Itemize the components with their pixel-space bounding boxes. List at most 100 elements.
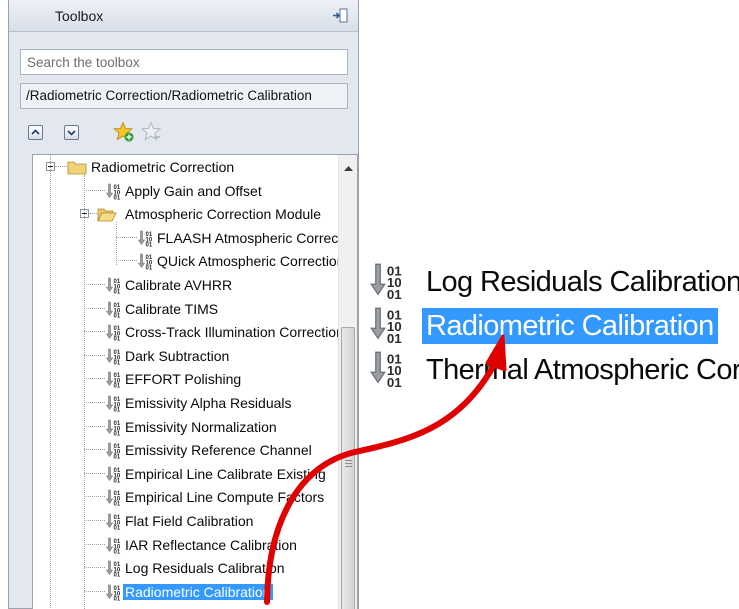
tree-guide-line bbox=[84, 425, 105, 427]
tool-binary-icon: 011001 bbox=[370, 307, 402, 344]
tree-item-label: Dark Subtraction bbox=[125, 347, 230, 364]
tree-tool-row[interactable]: 01 10 01 Cross-Track Illumination Correctio… bbox=[33, 321, 344, 343]
zoomed-tool-label: Thermal Atmospheric Correction bbox=[426, 354, 739, 386]
tree-guide-line bbox=[84, 567, 105, 569]
svg-text:01: 01 bbox=[146, 266, 153, 270]
tree-guide-line bbox=[84, 307, 105, 309]
svg-text:01: 01 bbox=[114, 455, 121, 459]
svg-text:01: 01 bbox=[114, 384, 121, 388]
tool-binary-icon: 011001 bbox=[137, 230, 153, 247]
svg-text:01: 01 bbox=[114, 549, 121, 553]
tool-binary-icon: 011001 bbox=[105, 301, 121, 318]
tree-tool-row[interactable]: 01 10 01 Calibrate AVHRR bbox=[33, 274, 333, 296]
add-favorite-star-icon[interactable] bbox=[113, 121, 135, 143]
tree-tool-row[interactable]: 01 10 01 Radiometric Calibration bbox=[33, 581, 333, 603]
svg-text:01: 01 bbox=[387, 331, 402, 344]
tree-item-label: Radiometric Correction bbox=[91, 159, 235, 175]
tool-binary-icon: 011001 bbox=[105, 442, 121, 459]
tool-binary-icon: 011001 bbox=[370, 263, 402, 300]
tree-tool-row[interactable]: 01 10 01 Empirical Line Calibrate Existing bbox=[33, 463, 333, 485]
tree-guide-line bbox=[84, 402, 105, 403]
toolbox-title: Toolbox bbox=[55, 8, 104, 24]
tool-binary-icon: 011001 bbox=[105, 324, 121, 341]
tree-item-label: Apply Gain and Offset bbox=[125, 182, 262, 199]
tree-tool-row[interactable]: 01 10 01 EFFORT Polishing bbox=[33, 368, 333, 390]
scrollbar-thumb[interactable] bbox=[341, 327, 355, 609]
svg-text:01: 01 bbox=[114, 313, 121, 317]
tree-item-label: Emissivity Reference Channel bbox=[125, 442, 312, 459]
tool-binary-icon: 011001 bbox=[105, 466, 121, 483]
tool-binary-icon: 011001 bbox=[137, 254, 153, 270]
folder-closed-icon bbox=[67, 161, 87, 175]
svg-text:01: 01 bbox=[114, 431, 121, 435]
tree-tool-row[interactable]: 01 10 01 Flat Field Calibration bbox=[33, 510, 333, 532]
tool-binary-icon: 011001 bbox=[105, 490, 121, 506]
tree-tool-row[interactable]: 01 10 01 FLAASH Atmospheric Correction bbox=[33, 227, 357, 249]
tree-folder-row[interactable]: Radiometric Correction bbox=[33, 156, 333, 178]
tree-folder-row[interactable]: Atmospheric Correction Module bbox=[33, 203, 333, 225]
tree-guide-line bbox=[50, 155, 51, 609]
zoomed-tool-label: Log Residuals Calibration bbox=[426, 266, 739, 298]
tree-guide-line bbox=[116, 222, 117, 265]
svg-text:01: 01 bbox=[146, 242, 153, 246]
svg-text:01: 01 bbox=[114, 502, 121, 506]
tree-tool-row[interactable]: 01 10 01 Empirical Line Compute Factors bbox=[33, 486, 333, 508]
toolbox-panel: Toolbox /Radiometric Correction/Radiomet… bbox=[8, 0, 359, 609]
svg-text:01: 01 bbox=[114, 360, 121, 364]
toolbox-titlebar: Toolbox bbox=[9, 0, 358, 32]
tree-item-label: Calibrate AVHRR bbox=[125, 277, 233, 293]
tree-guide-line bbox=[84, 520, 105, 521]
tool-binary-icon: 011001 bbox=[105, 584, 121, 601]
tree-guide-line bbox=[84, 174, 85, 609]
zoomed-tool-row: 01 10 01 Log Residuals Calibration bbox=[366, 262, 739, 302]
svg-text:01: 01 bbox=[114, 596, 121, 600]
tree-tool-row[interactable]: 01 10 01 Emissivity Normalization bbox=[33, 416, 333, 438]
tool-binary-icon: 011001 bbox=[105, 513, 121, 530]
folder-open-icon bbox=[97, 208, 117, 222]
tree-item-label: Radiometric Calibration bbox=[123, 583, 273, 600]
tool-binary-icon: 011001 bbox=[105, 348, 121, 365]
tool-binary-icon: 011001 bbox=[105, 277, 121, 294]
expand-all-button[interactable] bbox=[64, 125, 79, 140]
tree-tool-row[interactable]: 01 10 01 Dark Subtraction bbox=[33, 345, 333, 367]
tree-guide-line bbox=[84, 378, 105, 380]
tree-guide-line bbox=[84, 472, 105, 474]
tree-tool-row[interactable]: 01 10 01 Emissivity Alpha Residuals bbox=[33, 392, 333, 414]
dock-pin-icon[interactable] bbox=[332, 8, 348, 23]
scroll-up-arrow-icon[interactable] bbox=[344, 165, 353, 171]
svg-text:01: 01 bbox=[114, 573, 121, 577]
tree-guide-line bbox=[84, 354, 105, 356]
tree-guide-line bbox=[116, 260, 137, 262]
svg-text:01: 01 bbox=[114, 526, 121, 530]
toolbox-path-field: /Radiometric Correction/Radiometric Cali… bbox=[20, 83, 348, 109]
zoomed-callout: 01 10 01 Log Residuals Calibration 01 10 01 Rad… bbox=[366, 262, 739, 392]
chevron-up-icon bbox=[31, 129, 40, 135]
tool-binary-icon: 011001 bbox=[105, 560, 121, 577]
toolbox-search-input[interactable] bbox=[20, 49, 348, 75]
tree-tool-row[interactable]: 01 10 01 Apply Gain and Offset bbox=[33, 180, 333, 202]
tree-tool-row[interactable]: 01 10 01 Calibrate TIMS bbox=[33, 298, 333, 320]
tree-guide-line bbox=[84, 331, 105, 333]
tree-tool-row[interactable]: 01 10 01 Log Residuals Calibration bbox=[33, 557, 333, 579]
svg-text:01: 01 bbox=[387, 287, 402, 300]
collapse-all-button[interactable] bbox=[28, 125, 43, 140]
remove-favorite-star-icon[interactable] bbox=[141, 121, 163, 143]
tree-item-label: Flat Field Calibration bbox=[125, 513, 254, 529]
tree-item-label: Emissivity Normalization bbox=[125, 418, 277, 435]
tree-tool-row[interactable]: 01 10 01 IAR Reflectance Calibration bbox=[33, 534, 333, 556]
tree-guide-line bbox=[84, 590, 105, 592]
tree-scrollbar[interactable] bbox=[338, 155, 357, 609]
svg-text:01: 01 bbox=[387, 375, 402, 388]
tree-item-label: Calibrate TIMS bbox=[125, 300, 219, 317]
tree-guide-line bbox=[89, 213, 97, 215]
svg-text:01: 01 bbox=[114, 195, 121, 199]
tree-item-label: QUick Atmospheric Correction bbox=[157, 253, 345, 270]
tree-guide-line bbox=[84, 284, 105, 285]
toolbox-tree[interactable]: Radiometric Correction 01 10 01 Apply Gain a… bbox=[32, 154, 358, 609]
tool-binary-icon: 011001 bbox=[370, 351, 402, 388]
tree-guide-line bbox=[55, 166, 67, 167]
zoomed-tool-row: 011001 Thermal Atmospheric Correction bbox=[366, 350, 739, 390]
tree-tool-row[interactable]: 01 10 01 QUick Atmospheric Correction bbox=[33, 250, 345, 272]
scrollbar-grip-icon bbox=[345, 460, 352, 469]
tree-tool-row[interactable]: 01 10 01 Emissivity Reference Channel bbox=[33, 439, 333, 461]
